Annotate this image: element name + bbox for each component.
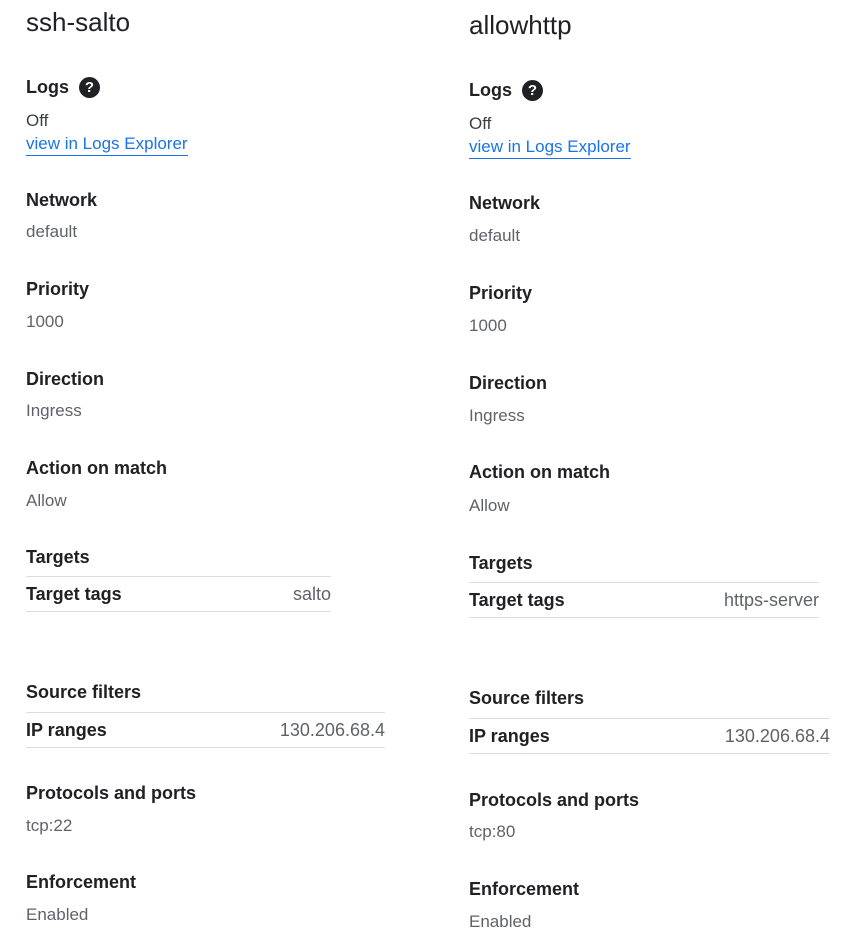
ip-ranges-value: 130.206.68.4 bbox=[279, 720, 385, 740]
protocols-and-ports-value: tcp:80 bbox=[469, 822, 516, 841]
ip-ranges-value: 130.206.68.4 bbox=[724, 726, 830, 746]
rule-title: allowhttp bbox=[469, 10, 572, 40]
network-label: Network bbox=[469, 193, 541, 213]
network-value: default bbox=[26, 222, 78, 241]
network-label: Network bbox=[26, 190, 98, 210]
target-tags-value: salto bbox=[292, 584, 331, 604]
enforcement-value: Enabled bbox=[26, 905, 89, 924]
help-icon[interactable]: ? bbox=[79, 77, 100, 98]
logs-label-text: Logs bbox=[469, 80, 512, 100]
action-on-match-label: Action on match bbox=[469, 462, 611, 482]
ip-ranges-label: IP ranges bbox=[469, 726, 550, 746]
priority-value: 1000 bbox=[469, 316, 507, 335]
enforcement-label: Enforcement bbox=[469, 879, 580, 899]
source-filters-table: IP ranges 130.206.68.4 bbox=[26, 712, 385, 748]
protocols-and-ports-label: Protocols and ports bbox=[469, 790, 640, 810]
targets-label: Targets bbox=[469, 553, 533, 573]
direction-label: Direction bbox=[26, 369, 105, 389]
logs-value: Off bbox=[26, 111, 49, 130]
logs-label: Logs? bbox=[469, 80, 543, 101]
network-value: default bbox=[469, 226, 521, 245]
target-tags-label: Target tags bbox=[469, 590, 565, 610]
protocols-and-ports-value: tcp:22 bbox=[26, 816, 73, 835]
view-in-logs-explorer-link[interactable]: view in Logs Explorer bbox=[469, 137, 631, 159]
targets-table: Target tags https-server bbox=[469, 582, 819, 618]
action-on-match-value: Allow bbox=[469, 496, 510, 515]
direction-value: Ingress bbox=[469, 406, 525, 425]
help-icon[interactable]: ? bbox=[522, 80, 543, 101]
enforcement-value: Enabled bbox=[469, 912, 532, 931]
table-row: Target tags salto bbox=[26, 576, 331, 612]
source-filters-label: Source filters bbox=[26, 682, 142, 702]
source-filters-label: Source filters bbox=[469, 688, 585, 708]
table-row: IP ranges 130.206.68.4 bbox=[26, 712, 385, 748]
action-on-match-value: Allow bbox=[26, 491, 67, 510]
logs-label-text: Logs bbox=[26, 77, 69, 97]
logs-label: Logs? bbox=[26, 77, 100, 98]
priority-label: Priority bbox=[469, 283, 533, 303]
table-row: IP ranges 130.206.68.4 bbox=[469, 718, 830, 754]
direction-value: Ingress bbox=[26, 401, 82, 420]
targets-table: Target tags salto bbox=[26, 576, 331, 612]
rule-title: ssh-salto bbox=[26, 7, 131, 37]
enforcement-label: Enforcement bbox=[26, 872, 137, 892]
table-row: Target tags https-server bbox=[469, 582, 819, 618]
ip-ranges-label: IP ranges bbox=[26, 720, 107, 740]
action-on-match-label: Action on match bbox=[26, 458, 168, 478]
view-in-logs-explorer-link[interactable]: view in Logs Explorer bbox=[26, 134, 188, 156]
target-tags-value: https-server bbox=[723, 590, 819, 610]
priority-label: Priority bbox=[26, 279, 90, 299]
target-tags-label: Target tags bbox=[26, 584, 122, 604]
targets-label: Targets bbox=[26, 547, 90, 567]
protocols-and-ports-label: Protocols and ports bbox=[26, 783, 197, 803]
source-filters-table: IP ranges 130.206.68.4 bbox=[469, 718, 830, 754]
logs-value: Off bbox=[469, 114, 492, 133]
priority-value: 1000 bbox=[26, 312, 64, 331]
direction-label: Direction bbox=[469, 373, 548, 393]
